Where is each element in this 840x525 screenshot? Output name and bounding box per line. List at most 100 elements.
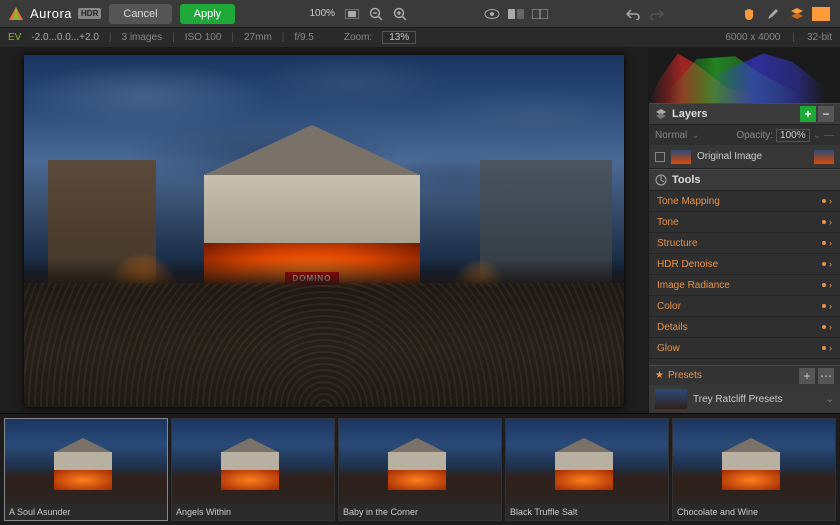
preset-label: Black Truffle Salt xyxy=(506,504,668,520)
preview-eye-icon[interactable] xyxy=(481,3,503,25)
cancel-button[interactable]: Cancel xyxy=(109,4,171,24)
fit-screen-icon[interactable] xyxy=(341,3,363,25)
tool-row-color[interactable]: Color› xyxy=(649,296,840,317)
tool-label: Structure xyxy=(657,238,698,249)
app-badge: HDR xyxy=(78,8,101,19)
undo-icon[interactable] xyxy=(622,3,644,25)
brush-tool-icon[interactable] xyxy=(762,3,784,25)
iso-value: ISO 100 xyxy=(185,32,222,43)
aurora-logo-icon xyxy=(8,6,24,22)
chevron-right-icon: › xyxy=(829,238,832,248)
filmstrip-preset[interactable]: Baby in the Corner xyxy=(338,418,502,521)
preset-pack-row[interactable]: Trey Ratcliff Presets ⌄ xyxy=(649,385,840,413)
layer-name: Original Image xyxy=(697,151,762,162)
tool-active-dot xyxy=(822,220,826,224)
tool-row-details[interactable]: Details › xyxy=(649,317,840,338)
top-toolbar: Aurora HDR Cancel Apply 100% xyxy=(0,0,840,28)
tool-row-tone-mapping[interactable]: Tone Mapping › xyxy=(649,191,840,212)
filmstrip-preset[interactable]: Angels Within xyxy=(171,418,335,521)
tool-label: Tone Mapping xyxy=(657,196,720,207)
tool-active-dot xyxy=(822,241,826,245)
blend-mode-select[interactable]: Normal xyxy=(655,130,687,141)
star-icon: ★ xyxy=(655,370,664,381)
tool-active-dot xyxy=(822,262,826,266)
chevron-right-icon: › xyxy=(829,280,832,290)
ev-label: EV xyxy=(8,32,21,43)
layer-row[interactable]: Original Image xyxy=(649,145,840,169)
preset-preview xyxy=(5,419,167,504)
tool-active-dot xyxy=(822,304,826,308)
histogram[interactable] xyxy=(649,48,840,103)
preset-preview xyxy=(506,419,668,504)
filmstrip-preset[interactable]: Chocolate and Wine xyxy=(672,418,836,521)
redo-icon[interactable] xyxy=(646,3,668,25)
compare-split-icon[interactable] xyxy=(505,3,527,25)
opacity-label: Opacity: xyxy=(736,130,773,141)
zoom-group: 100% xyxy=(305,3,411,25)
histogram-toggle-icon[interactable] xyxy=(810,3,832,25)
layers-header[interactable]: Layers + − xyxy=(649,103,840,125)
chevron-right-icon: › xyxy=(829,322,832,332)
opacity-value[interactable]: 100% xyxy=(776,129,810,142)
preset-preview xyxy=(673,419,835,504)
layer-thumb xyxy=(671,150,691,164)
zoom-in-icon[interactable] xyxy=(389,3,411,25)
tool-label: Glow xyxy=(657,343,680,354)
info-bar: EV -2.0...0.0...+2.0 | 3 images | ISO 10… xyxy=(0,28,840,48)
tool-label: HDR Denoise xyxy=(657,259,718,270)
chevron-right-icon: › xyxy=(829,196,832,206)
image-count: 3 images xyxy=(122,32,163,43)
layers-icon[interactable] xyxy=(786,3,808,25)
add-layer-button[interactable]: + xyxy=(800,106,816,122)
preset-preview xyxy=(172,419,334,504)
hand-tool-icon[interactable] xyxy=(738,3,760,25)
chevron-down-icon: ⌄ xyxy=(826,394,834,405)
view-group xyxy=(481,3,551,25)
zoom-out-icon[interactable] xyxy=(365,3,387,25)
presets-title: Presets xyxy=(668,370,702,381)
tool-active-dot xyxy=(822,346,826,350)
layer-options: Normal⌄ Opacity: 100%⌄ — xyxy=(649,125,840,145)
tool-label: Tone xyxy=(657,217,679,228)
history-group xyxy=(622,3,668,25)
tool-active-dot xyxy=(822,283,826,287)
preset-more-button[interactable]: ⋯ xyxy=(818,368,834,384)
side-panel: Layers + − Normal⌄ Opacity: 100%⌄ — Orig… xyxy=(648,48,840,413)
canvas-image: DOMINO xyxy=(24,55,624,407)
chevron-right-icon: › xyxy=(829,259,832,269)
compare-side-icon[interactable] xyxy=(529,3,551,25)
tool-label: Image Radiance xyxy=(657,280,730,291)
tools-title: Tools xyxy=(672,174,701,186)
tool-row-structure[interactable]: Structure › xyxy=(649,233,840,254)
preset-label: A Soul Asunder xyxy=(5,504,167,520)
layers-title: Layers xyxy=(672,108,707,120)
apply-button[interactable]: Apply xyxy=(180,4,236,24)
tool-active-dot xyxy=(822,325,826,329)
filmstrip-preset[interactable]: A Soul Asunder xyxy=(4,418,168,521)
app-logo: Aurora HDR xyxy=(8,6,101,22)
tool-row-image-radiance[interactable]: Image Radiance › xyxy=(649,275,840,296)
preset-preview xyxy=(339,419,501,504)
image-dimensions: 6000 x 4000 xyxy=(725,32,780,43)
zoom-label: Zoom: xyxy=(344,32,372,43)
tool-row-glow[interactable]: Glow› xyxy=(649,338,840,359)
tools-header[interactable]: Tools xyxy=(649,169,840,191)
preset-pack-name: Trey Ratcliff Presets xyxy=(693,394,782,405)
tool-row-hdr-denoise[interactable]: HDR Denoise › xyxy=(649,254,840,275)
presets-header[interactable]: ★ Presets + ⋯ xyxy=(649,365,840,385)
tool-active-dot xyxy=(822,199,826,203)
zoom-value[interactable]: 13% xyxy=(382,31,416,44)
layer-visibility-toggle[interactable] xyxy=(655,152,665,162)
focal-length: 27mm xyxy=(244,32,272,43)
preset-label: Chocolate and Wine xyxy=(673,504,835,520)
filmstrip-preset[interactable]: Black Truffle Salt xyxy=(505,418,669,521)
tool-label: Details xyxy=(657,322,688,333)
chevron-right-icon: › xyxy=(829,301,832,311)
right-tool-group xyxy=(738,3,832,25)
tools-panel-icon xyxy=(655,174,667,186)
zoom-pct[interactable]: 100% xyxy=(305,8,339,19)
add-preset-button[interactable]: + xyxy=(799,368,815,384)
remove-layer-button[interactable]: − xyxy=(818,106,834,122)
tool-row-tone[interactable]: Tone› xyxy=(649,212,840,233)
canvas-area[interactable]: DOMINO xyxy=(0,48,648,413)
